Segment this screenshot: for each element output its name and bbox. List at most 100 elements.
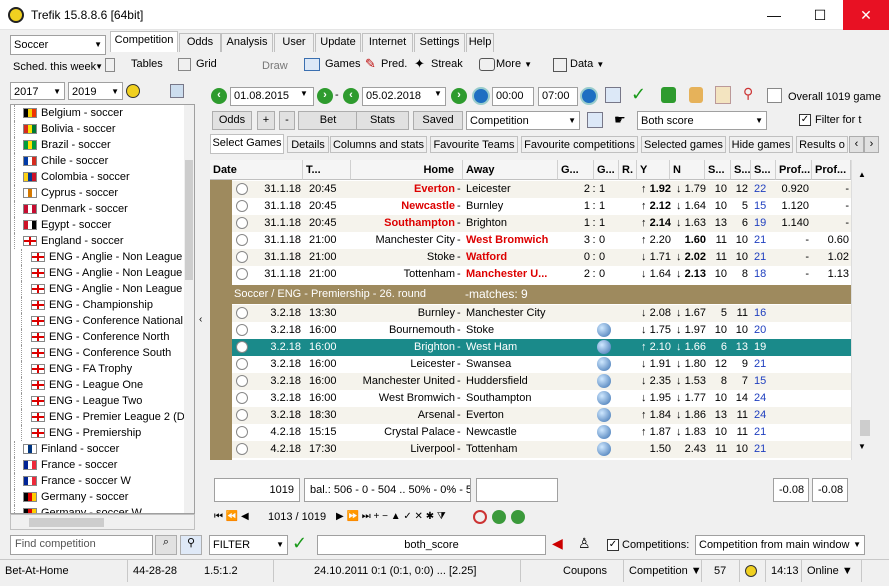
evaluate-icon[interactable] [661, 87, 676, 103]
calendar-dropdown-icon[interactable]: ▼ [300, 89, 308, 98]
tab-scroll-right[interactable]: › [864, 136, 879, 153]
group-header[interactable]: Soccer / ENG - Premiership - 26. round -m… [210, 285, 851, 304]
tree-item[interactable]: Denmark - soccer [11, 201, 194, 217]
bookmaker-select[interactable]: Bet-At-Home [0, 560, 128, 582]
grid-vscroll-thumb[interactable] [860, 420, 870, 436]
maximize-button[interactable]: ☐ [797, 0, 843, 30]
ball-icon[interactable] [126, 84, 140, 98]
more-button[interactable]: More ▼ [496, 58, 532, 70]
sport-select[interactable]: Soccer [10, 35, 106, 55]
refresh-icon[interactable] [170, 84, 184, 98]
tab-internet[interactable]: Internet [362, 33, 413, 52]
competition-source-select[interactable]: Competition from main window [695, 535, 865, 555]
tree-item[interactable]: Germany - soccer W [11, 505, 194, 513]
tab-help[interactable]: Help [466, 33, 494, 52]
games-button[interactable]: Games [325, 58, 360, 70]
ball-icon[interactable] [597, 340, 611, 354]
grid-vscroll[interactable]: ▲ ▼ [851, 160, 879, 460]
tree-item[interactable]: ENG - Conference North [11, 329, 194, 345]
row-expand-icon[interactable] [236, 307, 248, 319]
grid-button[interactable]: Grid [196, 58, 217, 70]
table-row[interactable]: 3.2.18 16:00 Brighton - West Ham ↑ 2.10 ↓ 1.66… [210, 339, 851, 356]
search-icon[interactable]: ⚲ [743, 85, 753, 102]
table-row[interactable]: 31.1.18 20:45 Newcastle - Burnley 1:1 ↑ 2.12 ↓ … [210, 198, 851, 215]
column-header-9[interactable]: S... [705, 160, 731, 180]
row-expand-icon[interactable] [236, 268, 248, 280]
subtab-hide-games[interactable]: Hide games [729, 136, 793, 153]
row-expand-icon[interactable] [236, 341, 248, 353]
nav-last-icons[interactable]: ▶ ⏩ ⏭ + − ▲ ✓ ✕ ✱ ⧩ [336, 511, 446, 522]
clock-icon[interactable] [472, 87, 490, 105]
tree-item[interactable]: England - soccer [11, 233, 194, 249]
scroll-down-icon[interactable]: ▼ [858, 442, 866, 451]
stop-icon[interactable] [473, 510, 487, 524]
note-icon[interactable] [715, 86, 731, 104]
tree-item[interactable]: ENG - Anglie - Non League P [11, 249, 194, 265]
tree-item[interactable]: ENG - Premiership [11, 425, 194, 441]
tab-analysis[interactable]: Analysis [221, 33, 273, 52]
table-row[interactable]: 3.2.18 16:00 Bournemouth - Stoke ↓ 1.75 ↓ 1.97… [210, 322, 851, 339]
data-button[interactable]: Data ▼ [570, 58, 604, 70]
tree-hscroll-thumb[interactable] [29, 518, 104, 527]
next-date-to-icon[interactable]: › [451, 88, 467, 104]
column-header-3[interactable]: Away [463, 160, 558, 180]
nav-first-icons[interactable]: ⏮ ⏪ ◀ [214, 511, 249, 522]
refresh-icon[interactable] [511, 510, 525, 524]
streak-button[interactable]: Streak [431, 58, 463, 70]
close-button[interactable]: ✕ [843, 0, 889, 30]
row-expand-icon[interactable] [236, 234, 248, 246]
tab-competition[interactable]: Competition [110, 31, 178, 52]
saved-button[interactable]: Saved [413, 111, 463, 130]
row-expand-icon[interactable] [236, 200, 248, 212]
chart-icon[interactable] [767, 88, 782, 103]
tree-vscroll-thumb[interactable] [185, 160, 193, 280]
tab-settings[interactable]: Settings [414, 33, 465, 52]
tree-item[interactable]: Bolivia - soccer [11, 121, 194, 137]
tree-item[interactable]: Brazil - soccer [11, 137, 194, 153]
next-date-icon[interactable]: › [317, 88, 333, 104]
tables-button[interactable]: Tables [131, 58, 163, 70]
column-header-13[interactable]: Prof... [812, 160, 851, 180]
column-header-11[interactable]: S... [751, 160, 776, 180]
subtab-columns-and-stats[interactable]: Columns and stats [330, 136, 427, 153]
table-row[interactable]: 31.1.18 21:00 Stoke - Watford 0:0 ↓ 1.71 ↓ 2.02… [210, 249, 851, 266]
column-header-0[interactable]: Date [210, 160, 303, 180]
row-expand-icon[interactable] [236, 324, 248, 336]
tree-item[interactable]: ENG - League Two [11, 393, 194, 409]
row-expand-icon[interactable] [236, 375, 248, 387]
search-icon[interactable]: ⌕ [155, 535, 177, 555]
scroll-up-icon[interactable]: ▲ [858, 170, 866, 179]
minimize-button[interactable]: — [751, 0, 797, 30]
column-header-5[interactable]: G... [594, 160, 619, 180]
save-icon[interactable] [587, 112, 603, 128]
year-to-select[interactable]: 2019 [68, 82, 123, 101]
bag-icon[interactable] [689, 87, 703, 103]
column-header-1[interactable]: T... [303, 160, 351, 180]
tree-item[interactable]: France - soccer W [11, 473, 194, 489]
row-expand-icon[interactable] [236, 392, 248, 404]
bet-button[interactable]: Bet [298, 111, 358, 130]
ball-icon[interactable] [597, 323, 611, 337]
subtab-favourite-competitions[interactable]: Favourite competitions [521, 136, 638, 153]
tree-item[interactable]: Egypt - soccer [11, 217, 194, 233]
tree-item[interactable]: Finland - soccer [11, 441, 194, 457]
tab-scroll-left[interactable]: ‹ [849, 136, 864, 153]
tree-item[interactable]: ENG - FA Trophy [11, 361, 194, 377]
year-from-select[interactable]: 2017 [10, 82, 65, 101]
calendar-dropdown-icon[interactable]: ▼ [434, 89, 442, 98]
table-row[interactable]: 4.2.18 15:15 Crystal Palace - Newcastle ↑ 1.8… [210, 424, 851, 441]
row-expand-icon[interactable] [236, 443, 248, 455]
filter-select[interactable]: FILTER [209, 535, 288, 555]
ball-icon[interactable] [597, 442, 611, 456]
tree-item[interactable]: Colombia - soccer [11, 169, 194, 185]
tab-odds[interactable]: Odds [179, 33, 221, 52]
tab-update[interactable]: Update [315, 33, 361, 52]
collapse-icon[interactable]: ‹ [199, 314, 202, 325]
arrow-left-icon[interactable]: ◀ [552, 535, 563, 552]
column-header-2[interactable]: Home [351, 160, 463, 180]
subtab-results-o[interactable]: Results o [796, 136, 848, 153]
tree-item[interactable]: Cyprus - soccer [11, 185, 194, 201]
draw-button[interactable]: Draw [262, 60, 288, 72]
checkmark-icon[interactable]: ✓ [631, 84, 646, 105]
subtab-details[interactable]: Details [287, 136, 329, 153]
